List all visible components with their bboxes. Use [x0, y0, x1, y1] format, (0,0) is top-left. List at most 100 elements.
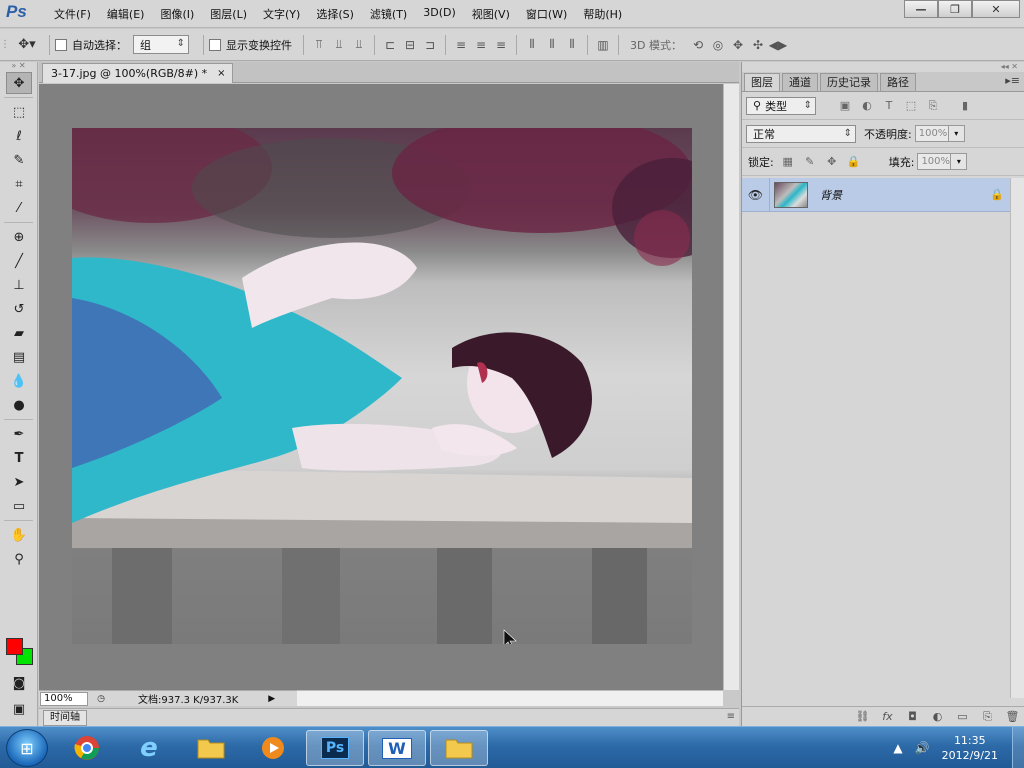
- layer-thumbnail[interactable]: [774, 181, 808, 208]
- taskbar-chrome-icon[interactable]: [58, 730, 116, 766]
- menu-edit[interactable]: 编辑(E): [99, 6, 153, 22]
- close-button[interactable]: ✕: [972, 0, 1020, 18]
- blur-tool-icon[interactable]: 💧: [6, 370, 32, 392]
- layer-filter-dropdown[interactable]: ⚲ 类型: [746, 96, 816, 115]
- rectangle-tool-icon[interactable]: ▭: [6, 495, 32, 517]
- distribute-left-icon[interactable]: ⦀: [522, 35, 542, 55]
- filter-shape-icon[interactable]: ⬚: [900, 97, 922, 115]
- visibility-eye-icon[interactable]: 👁: [742, 178, 770, 211]
- lock-position-icon[interactable]: ✥: [821, 153, 843, 171]
- layer-name[interactable]: 背景: [820, 187, 990, 203]
- 3d-rotate-icon[interactable]: ⟲: [688, 35, 708, 55]
- document-tab[interactable]: 3-17.jpg @ 100%(RGB/8#) * ×: [42, 63, 233, 83]
- align-right-icon[interactable]: ⊐: [420, 35, 440, 55]
- menu-window[interactable]: 窗口(W): [518, 6, 575, 22]
- show-transform-checkbox[interactable]: [209, 38, 221, 51]
- restore-button[interactable]: ❐: [938, 0, 972, 18]
- taskbar-word-icon[interactable]: W: [368, 730, 426, 766]
- quick-mask-icon[interactable]: ◙: [6, 672, 32, 694]
- fill-dropdown-icon[interactable]: ▾: [951, 153, 968, 170]
- filter-pixel-icon[interactable]: ▣: [834, 97, 856, 115]
- taskbar-folder-icon[interactable]: [430, 730, 488, 766]
- hand-tool-icon[interactable]: ✋: [6, 524, 32, 546]
- clone-stamp-tool-icon[interactable]: ⊥: [6, 274, 32, 296]
- menu-file[interactable]: 文件(F): [46, 6, 99, 22]
- menu-3d[interactable]: 3D(D): [415, 6, 464, 22]
- auto-align-icon[interactable]: ▥: [593, 35, 613, 55]
- show-hidden-icons-icon[interactable]: ▲: [893, 741, 902, 755]
- timing-icon[interactable]: ◷: [92, 692, 110, 706]
- opacity-dropdown-icon[interactable]: ▾: [948, 125, 965, 142]
- lock-all-icon[interactable]: 🔒: [843, 153, 865, 171]
- 3d-slide-icon[interactable]: ✣: [748, 35, 768, 55]
- gradient-tool-icon[interactable]: ▤: [6, 346, 32, 368]
- eyedropper-tool-icon[interactable]: ⁄: [6, 197, 32, 219]
- menu-view[interactable]: 视图(V): [464, 6, 518, 22]
- move-tool-icon[interactable]: ✥: [6, 72, 32, 94]
- quick-select-tool-icon[interactable]: ✎: [6, 149, 32, 171]
- auto-select-checkbox[interactable]: [55, 38, 67, 51]
- distribute-right-icon[interactable]: ⦀: [562, 35, 582, 55]
- zoom-tool-icon[interactable]: ⚲: [6, 548, 32, 570]
- type-tool-icon[interactable]: T: [6, 447, 32, 469]
- align-left-icon[interactable]: ⊏: [380, 35, 400, 55]
- clock[interactable]: 11:35 2012/9/21: [942, 733, 998, 763]
- tab-paths[interactable]: 路径: [880, 73, 916, 91]
- layer-style-icon[interactable]: fx: [875, 708, 900, 726]
- tab-channels[interactable]: 通道: [782, 73, 818, 91]
- close-tab-icon[interactable]: ×: [217, 68, 225, 79]
- status-menu-arrow-icon[interactable]: ▶: [268, 694, 275, 704]
- zoom-level-field[interactable]: 100%: [40, 691, 88, 706]
- filter-smart-object-icon[interactable]: ⎘: [922, 97, 944, 115]
- show-desktop-button[interactable]: [1012, 727, 1024, 768]
- history-brush-tool-icon[interactable]: ↺: [6, 298, 32, 320]
- blend-mode-dropdown[interactable]: 正常: [746, 124, 856, 143]
- volume-icon[interactable]: 🔊: [915, 741, 930, 755]
- delete-layer-icon[interactable]: 🗑: [1000, 708, 1024, 726]
- panel-grip-icon[interactable]: ◂◂ ✕: [742, 62, 1024, 72]
- distribute-top-icon[interactable]: ≡: [451, 35, 471, 55]
- link-layers-icon[interactable]: ⛓: [850, 708, 875, 726]
- add-mask-icon[interactable]: ◘: [900, 708, 925, 726]
- foreground-color-swatch[interactable]: [6, 638, 23, 655]
- lock-pixels-icon[interactable]: ✎: [799, 153, 821, 171]
- tab-layers[interactable]: 图层: [744, 73, 780, 91]
- menu-type[interactable]: 文字(Y): [255, 6, 308, 22]
- canvas-horizontal-scrollbar[interactable]: [297, 690, 723, 706]
- move-tool-preset-icon[interactable]: ✥▾: [10, 35, 44, 55]
- taskbar-ie-icon[interactable]: e: [120, 730, 178, 766]
- distribute-hcenter-icon[interactable]: ⦀: [542, 35, 562, 55]
- pen-tool-icon[interactable]: ✒: [6, 423, 32, 445]
- document-image[interactable]: [72, 128, 692, 644]
- marquee-tool-icon[interactable]: ⬚: [6, 101, 32, 123]
- screen-mode-icon[interactable]: ▣: [6, 698, 32, 720]
- crop-tool-icon[interactable]: ⌗: [6, 173, 32, 195]
- taskbar-media-icon[interactable]: [244, 730, 302, 766]
- taskbar-explorer-icon[interactable]: [182, 730, 240, 766]
- distribute-vcenter-icon[interactable]: ≡: [471, 35, 491, 55]
- new-group-icon[interactable]: ▭: [950, 708, 975, 726]
- taskbar-photoshop-icon[interactable]: Ps: [306, 730, 364, 766]
- 3d-scale-icon[interactable]: ◀▶: [768, 35, 788, 55]
- menu-select[interactable]: 选择(S): [308, 6, 362, 22]
- toolbar-grip-icon[interactable]: » ✕: [0, 62, 37, 70]
- menu-image[interactable]: 图像(I): [152, 6, 202, 22]
- timeline-tab[interactable]: 时间轴: [43, 710, 87, 726]
- align-top-icon[interactable]: ⫪: [309, 35, 329, 55]
- start-button[interactable]: ⊞: [6, 729, 48, 767]
- fill-field[interactable]: 100%: [917, 153, 952, 170]
- new-adjustment-icon[interactable]: ◐: [925, 708, 950, 726]
- brush-tool-icon[interactable]: ╱: [6, 250, 32, 272]
- auto-select-dropdown[interactable]: 组: [133, 35, 189, 54]
- layer-row[interactable]: 👁 背景 🔒: [742, 178, 1010, 212]
- filter-adjustment-icon[interactable]: ◐: [856, 97, 878, 115]
- distribute-bottom-icon[interactable]: ≡: [491, 35, 511, 55]
- lasso-tool-icon[interactable]: ℓ: [6, 125, 32, 147]
- panel-menu-icon[interactable]: ▸≡: [1005, 74, 1020, 87]
- filter-type-icon[interactable]: T: [878, 97, 900, 115]
- dodge-tool-icon[interactable]: ●: [6, 394, 32, 416]
- align-hcenter-icon[interactable]: ⊟: [400, 35, 420, 55]
- menu-filter[interactable]: 滤镜(T): [362, 6, 415, 22]
- new-layer-icon[interactable]: ⎘: [975, 708, 1000, 726]
- tab-history[interactable]: 历史记录: [820, 73, 878, 91]
